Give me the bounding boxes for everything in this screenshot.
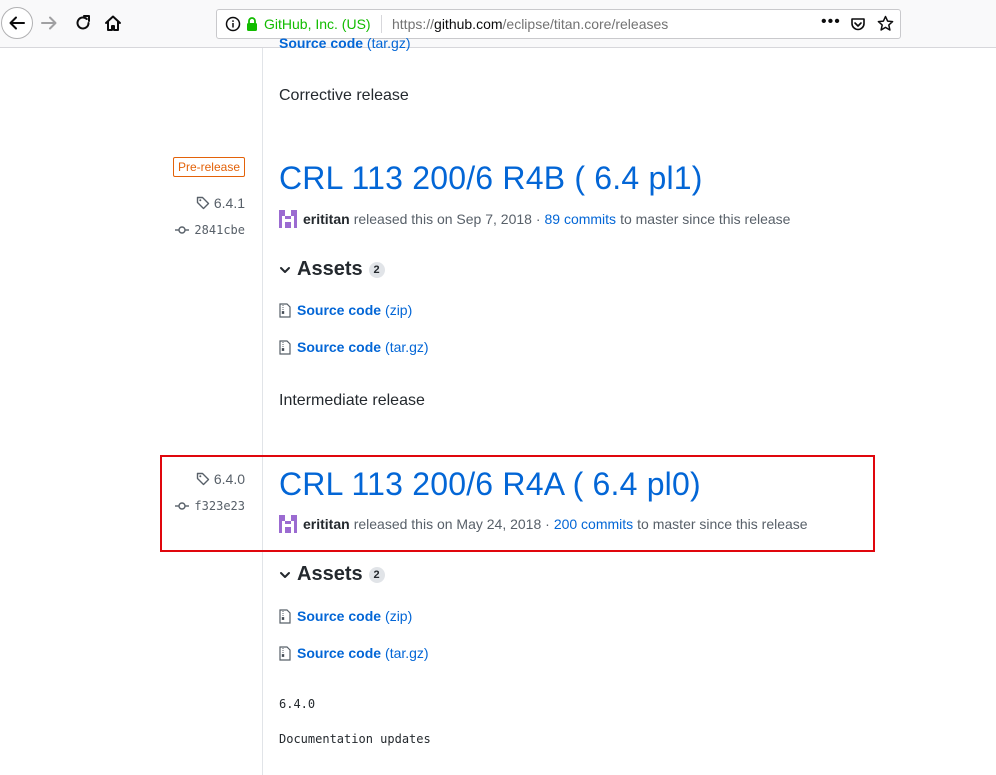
- released-date-text: released this on Sep 7, 2018 ·: [353, 211, 541, 227]
- assets-toggle[interactable]: Assets 2: [279, 258, 385, 281]
- url-text[interactable]: https://github.com/eclipse/titan.core/re…: [392, 16, 668, 32]
- tag-icon: [196, 196, 210, 210]
- asset-row[interactable]: Source code (tar.gz): [279, 339, 429, 355]
- author-link[interactable]: erititan: [303, 211, 350, 227]
- url-host: github.com: [434, 16, 503, 32]
- file-zip-icon: [279, 339, 291, 355]
- asset-name: Source code: [297, 645, 382, 661]
- chevron-down-icon: [280, 266, 290, 273]
- commit-icon: [175, 226, 190, 234]
- release-byline: erititan released this on Sep 7, 2018 · …: [279, 210, 790, 228]
- asset-row[interactable]: Source code (tar.gz): [279, 645, 429, 661]
- file-zip-icon: [279, 608, 291, 624]
- url-path: /eclipse/titan.core/releases: [502, 16, 669, 32]
- asset-ext: (zip): [385, 302, 413, 318]
- assets-label: Assets: [297, 258, 363, 280]
- asset-ext: (tar.gz): [385, 339, 429, 355]
- asset-ext: (tar.gz): [366, 35, 411, 51]
- asset-ext: (zip): [385, 608, 413, 624]
- asset-name: Source code: [297, 608, 382, 624]
- commits-since-link[interactable]: 89 commits: [544, 211, 616, 227]
- reload-button[interactable]: [68, 8, 98, 38]
- back-button[interactable]: [1, 7, 33, 39]
- avatar[interactable]: [279, 210, 297, 228]
- release-notes-text: Intermediate release: [279, 392, 425, 409]
- lock-icon[interactable]: [245, 16, 259, 37]
- browser-toolbar: GitHub, Inc. (US) https://github.com/ecl…: [0, 0, 996, 48]
- assets-count-badge: 2: [368, 566, 385, 583]
- highlight-annotation-box: [160, 455, 875, 552]
- arrow-right-icon: [41, 16, 57, 30]
- url-separator: [381, 15, 382, 33]
- info-icon[interactable]: [225, 16, 241, 37]
- tag-name: 6.4.1: [213, 195, 245, 211]
- asset-name: Source code: [297, 339, 382, 355]
- asset-row-cut[interactable]: Source code (tar.gz): [279, 35, 411, 51]
- asset-row[interactable]: Source code (zip): [279, 302, 412, 318]
- asset-name: Source code: [279, 35, 364, 51]
- chevron-down-icon: [280, 571, 290, 578]
- arrow-left-icon: [9, 16, 25, 30]
- pocket-icon[interactable]: [850, 16, 866, 37]
- commit-link[interactable]: 2841cbe: [175, 223, 245, 237]
- reload-icon: [76, 15, 90, 30]
- assets-toggle[interactable]: Assets 2: [279, 563, 385, 586]
- url-prefix: https://: [392, 16, 435, 32]
- home-button[interactable]: [98, 8, 128, 38]
- asset-ext: (tar.gz): [385, 645, 429, 661]
- home-icon: [105, 15, 121, 31]
- site-identity[interactable]: GitHub, Inc. (US): [264, 16, 371, 32]
- prerelease-badge: Pre-release: [172, 157, 245, 177]
- timeline-divider: [262, 48, 263, 775]
- file-zip-icon: [279, 302, 291, 318]
- bookmark-star-icon[interactable]: [877, 15, 894, 37]
- release-notes-text: Corrective release: [279, 87, 409, 104]
- assets-count-badge: 2: [368, 261, 385, 278]
- release-body-line: 6.4.0: [279, 697, 316, 711]
- asset-row[interactable]: Source code (zip): [279, 608, 412, 624]
- assets-label: Assets: [297, 563, 363, 585]
- since-release-text: to master since this release: [620, 211, 791, 227]
- release-title-link[interactable]: CRL 113 200/6 R4B ( 6.4 pl1): [279, 160, 703, 197]
- asset-name: Source code: [297, 302, 382, 318]
- tag-link[interactable]: 6.4.1: [196, 195, 245, 211]
- page-actions-menu-button[interactable]: •••: [821, 13, 841, 31]
- file-zip-icon: [279, 645, 291, 661]
- forward-button[interactable]: [34, 8, 64, 38]
- commit-sha: 2841cbe: [194, 223, 245, 237]
- release-body-line: Documentation updates: [279, 732, 431, 746]
